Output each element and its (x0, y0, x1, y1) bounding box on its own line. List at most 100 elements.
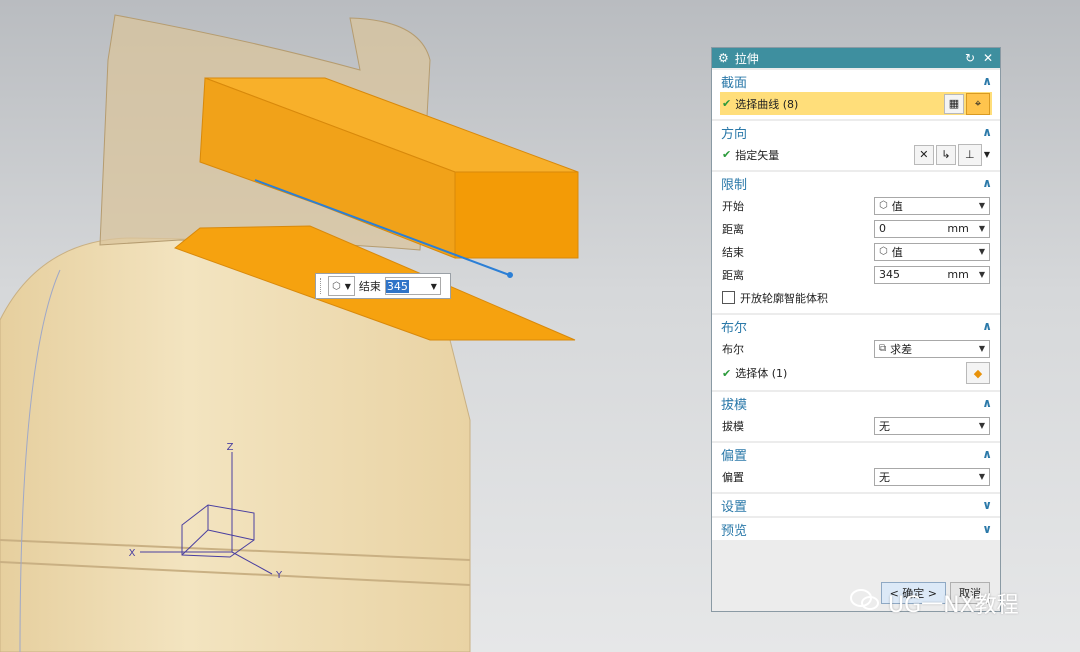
extrude-dialog: ⚙ 拉伸 ↻ ✕ 截面 ∧ ✔ 选择曲线 (8) ▦ ⌖ 方向 ∧ ✔ 指定矢量 (711, 47, 1001, 612)
start-mode-select[interactable]: ⬡ 值 ▼ (874, 196, 990, 215)
check-icon: ✔ (722, 148, 732, 161)
select-curve-label: 选择曲线 (8) (735, 97, 799, 111)
chevron-down-icon: ▼ (978, 344, 985, 353)
boolean-value: 求差 (890, 342, 913, 356)
cube-icon: ⬡ (879, 246, 888, 257)
chevron-up-icon[interactable]: ∧ (982, 447, 992, 461)
end-mode-value: 值 (891, 245, 903, 259)
chevron-down-icon: ▼ (978, 224, 985, 233)
draft-header[interactable]: 拔模 ∧ (712, 392, 1000, 414)
vector-type-icon[interactable]: ⊥ (957, 143, 982, 166)
section-header[interactable]: 截面 ∧ (712, 70, 1000, 92)
offset-row: 偏置 无 ▼ (722, 465, 990, 488)
curve-select-icon[interactable]: ⌖ (966, 92, 990, 115)
chevron-down-icon[interactable]: ∨ (982, 498, 992, 512)
close-icon[interactable]: ✕ (982, 51, 994, 65)
direction-header[interactable]: 方向 ∧ (712, 121, 1000, 143)
chevron-down-icon: ▼ (978, 270, 985, 279)
watermark-text: UG一NX教程 (888, 593, 1019, 618)
sketch-section-icon[interactable]: ▦ (944, 93, 964, 114)
draft-value: 无 (879, 419, 890, 433)
unit-label: mm (947, 222, 969, 235)
limits-title: 限制 (721, 177, 748, 193)
chevron-down-icon: ▼ (978, 421, 985, 430)
section-group: 截面 ∧ ✔ 选择曲线 (8) ▦ ⌖ (712, 70, 1000, 119)
select-body-row[interactable]: ✔ 选择体 (1) ◆ (722, 360, 990, 386)
draft-row: 拔模 无 ▼ (722, 414, 990, 437)
chat-bubble-icon (850, 587, 880, 619)
reset-icon[interactable]: ↻ (964, 51, 976, 65)
draft-label: 拔模 (722, 419, 744, 433)
settings-title: 设置 (721, 499, 748, 515)
limits-header[interactable]: 限制 ∧ (712, 172, 1000, 194)
cube-icon: ⬡ (879, 200, 888, 211)
limits-group: 限制 ∧ 开始 ⬡ 值 ▼ 距离 0 mm ▼ 结束 ⬡ 值 ▼ 距离 345 … (712, 172, 1000, 313)
specify-vector-label: 指定矢量 (735, 148, 780, 162)
chevron-up-icon[interactable]: ∧ (982, 396, 992, 410)
chevron-up-icon[interactable]: ∧ (982, 319, 992, 333)
start-mode-value: 值 (891, 199, 903, 213)
select-body-label: 选择体 (1) (735, 367, 788, 380)
unit-label: mm (947, 268, 969, 281)
dynamic-input-box[interactable]: ⬡ ▼ 结束 345 ▼ (315, 273, 451, 299)
chevron-up-icon[interactable]: ∧ (982, 176, 992, 190)
draft-select[interactable]: 无 ▼ (874, 416, 990, 435)
boolean-row: 布尔 ⧉ 求差 ▼ (722, 337, 990, 360)
start-distance-input[interactable]: 0 mm ▼ (874, 219, 990, 238)
end-distance-row: 距离 345 mm ▼ (722, 263, 990, 286)
boolean-header[interactable]: 布尔 ∧ (712, 315, 1000, 337)
reverse-direction-icon[interactable]: ✕ (913, 144, 934, 165)
vector-dialog-icon[interactable]: ↳ (935, 144, 956, 165)
offset-value: 无 (879, 470, 890, 484)
end-value-text: 345 (385, 279, 409, 293)
offset-header[interactable]: 偏置 ∧ (712, 443, 1000, 465)
chevron-down-icon: ▼ (344, 281, 351, 291)
chevron-up-icon[interactable]: ∧ (982, 74, 992, 88)
check-icon: ✔ (722, 366, 732, 380)
section-title: 截面 (721, 75, 748, 91)
drag-handle[interactable] (320, 278, 324, 294)
end-label: 结束 (722, 245, 744, 259)
check-icon: ✔ (722, 97, 732, 110)
chevron-down-icon: ▼ (430, 281, 437, 291)
chevron-down-icon[interactable]: ∨ (982, 522, 992, 536)
end-mode-select[interactable]: ⬡ 值 ▼ (874, 242, 990, 261)
cube-icon: ⬡ (332, 280, 341, 292)
chevron-up-icon[interactable]: ∧ (982, 125, 992, 139)
chevron-down-icon[interactable]: ▼ (984, 150, 990, 159)
vector-end-handle[interactable] (507, 272, 513, 278)
start-label: 开始 (722, 199, 744, 213)
open-profile-row[interactable]: 开放轮廓智能体积 (722, 286, 990, 309)
draft-group: 拔模 ∧ 拔模 无 ▼ (712, 392, 1000, 441)
select-curve-row[interactable]: ✔ 选择曲线 (8) ▦ ⌖ (720, 92, 992, 115)
extrude-block-front (454, 171, 579, 259)
offset-select[interactable]: 无 ▼ (874, 467, 990, 486)
dialog-titlebar[interactable]: ⚙ 拉伸 ↻ ✕ (712, 48, 1000, 68)
boolean-label: 布尔 (722, 342, 744, 356)
settings-group: 设置 ∨ (712, 494, 1000, 516)
specify-vector-row[interactable]: ✔ 指定矢量 ✕ ↳ ⊥ ▼ (722, 143, 990, 166)
boolean-select[interactable]: ⧉ 求差 ▼ (874, 339, 990, 358)
start-distance-label: 距离 (722, 222, 744, 236)
open-profile-label: 开放轮廓智能体积 (740, 291, 828, 305)
end-distance-value: 345 (879, 268, 900, 281)
end-value-input[interactable]: 345 ▼ (384, 277, 441, 295)
preview-header[interactable]: 预览 ∨ (712, 518, 1000, 540)
start-distance-value: 0 (879, 222, 886, 235)
axis-label-y: Y (275, 570, 283, 581)
direction-title: 方向 (721, 126, 748, 142)
gear-icon[interactable]: ⚙ (718, 51, 729, 65)
settings-header[interactable]: 设置 ∨ (712, 494, 1000, 516)
axis-label-z: Z (227, 442, 234, 453)
end-distance-input[interactable]: 345 mm ▼ (874, 265, 990, 284)
end-label: 结束 (358, 280, 381, 293)
dialog-title: 拉伸 (734, 51, 759, 66)
end-mode-dropdown[interactable]: ⬡ ▼ (328, 276, 355, 296)
chevron-down-icon: ▼ (978, 472, 985, 481)
solid-body-icon[interactable]: ◆ (966, 362, 990, 384)
chevron-down-icon: ▼ (978, 247, 985, 256)
open-profile-checkbox[interactable] (722, 291, 735, 304)
end-row: 结束 ⬡ 值 ▼ (722, 240, 990, 263)
start-row: 开始 ⬡ 值 ▼ (722, 194, 990, 217)
offset-group: 偏置 ∧ 偏置 无 ▼ (712, 443, 1000, 492)
